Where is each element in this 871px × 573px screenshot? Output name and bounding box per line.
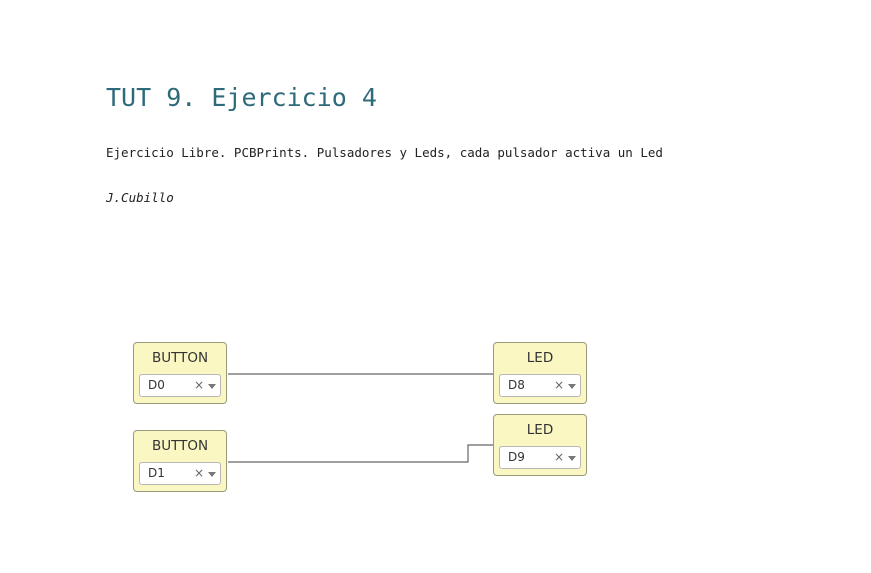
clear-icon[interactable]: ×: [194, 466, 204, 481]
clear-icon[interactable]: ×: [194, 378, 204, 393]
block-label: LED: [526, 422, 554, 438]
page-title: TUT 9. Ejercicio 4: [106, 83, 377, 112]
pin-value: D9: [508, 450, 525, 464]
pin-value: D8: [508, 378, 525, 392]
button-block-2[interactable]: BUTTON D1 ×: [133, 430, 227, 492]
led-block-1[interactable]: LED D8 ×: [493, 342, 587, 404]
pin-select[interactable]: D9 ×: [499, 446, 581, 469]
pin-value: D1: [148, 466, 165, 480]
pin-select[interactable]: D8 ×: [499, 374, 581, 397]
clear-icon[interactable]: ×: [554, 378, 564, 393]
led-block-2[interactable]: LED D9 ×: [493, 414, 587, 476]
chevron-down-icon[interactable]: [568, 384, 576, 389]
block-label: BUTTON: [151, 438, 209, 454]
page-description: Ejercicio Libre. PCBPrints. Pulsadores y…: [106, 145, 663, 160]
button-block-1[interactable]: BUTTON D0 ×: [133, 342, 227, 404]
pin-select[interactable]: D1 ×: [139, 462, 221, 485]
pin-select[interactable]: D0 ×: [139, 374, 221, 397]
wire-button-d1-to-led-d9: [228, 444, 493, 463]
pin-value: D0: [148, 378, 165, 392]
chevron-down-icon[interactable]: [568, 456, 576, 461]
chevron-down-icon[interactable]: [208, 384, 216, 389]
clear-icon[interactable]: ×: [554, 450, 564, 465]
page-author: J.Cubillo: [106, 190, 174, 205]
block-label: BUTTON: [151, 350, 209, 366]
block-label: LED: [526, 350, 554, 366]
chevron-down-icon[interactable]: [208, 472, 216, 477]
